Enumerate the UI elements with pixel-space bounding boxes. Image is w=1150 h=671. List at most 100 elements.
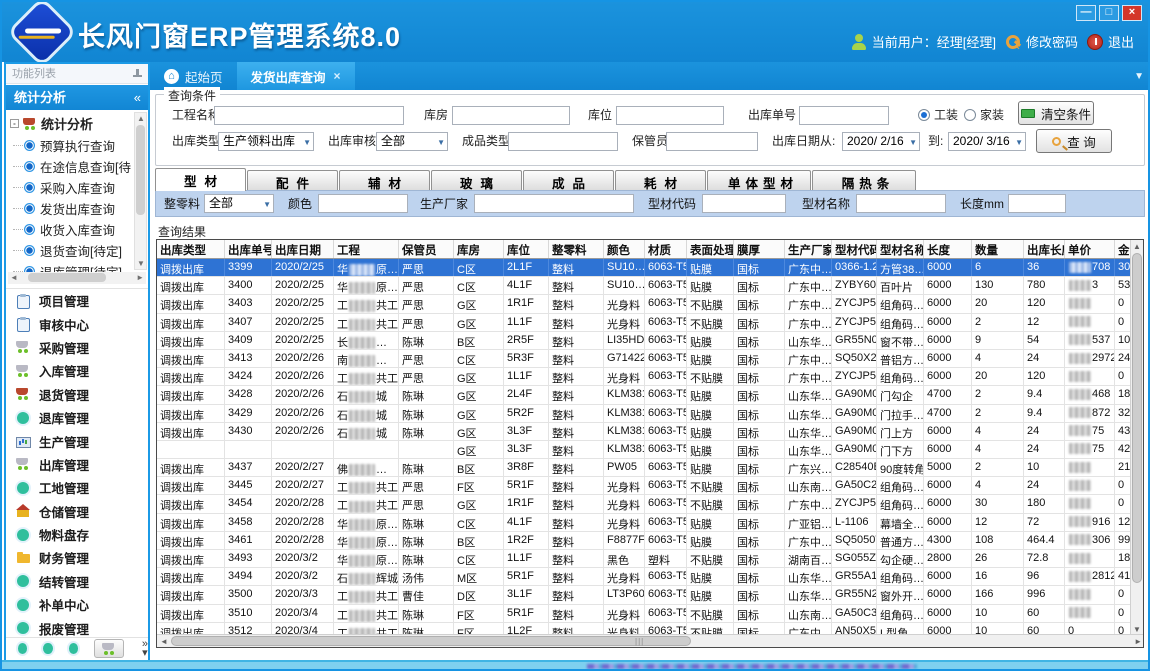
- table-row[interactable]: 调拨出库35102020/3/4工共工程陈琳F区5R1F整料光身料6063-T5…: [157, 605, 1131, 623]
- column-header-库房[interactable]: 库房: [454, 240, 504, 258]
- material-tab-耗材[interactable]: 耗材: [615, 170, 706, 191]
- scroll-right-icon[interactable]: ►: [1134, 637, 1142, 646]
- material-tab-单体型材[interactable]: 单体型材: [707, 170, 811, 191]
- table-row[interactable]: 调拨出库34302020/2/26石城陈琳G区3L3F整料KLM38176063…: [157, 423, 1131, 441]
- audit-combo[interactable]: 全部: [376, 132, 448, 151]
- column-header-材质[interactable]: 材质: [645, 240, 687, 258]
- table-row[interactable]: 调拨出库34282020/2/26石城陈琳G区2L4F整料KLM38176063…: [157, 386, 1131, 404]
- scroll-down-icon[interactable]: ▼: [1133, 625, 1141, 634]
- logout-button[interactable]: 退出: [1087, 32, 1134, 51]
- profile-name-input[interactable]: [856, 194, 946, 213]
- table-row[interactable]: 调拨出库34582020/2/28华原…陈琳C区4L1F整料光身料6063-T5…: [157, 514, 1131, 532]
- toolbar-dot-icon[interactable]: [43, 643, 52, 654]
- keeper-input[interactable]: [666, 132, 758, 151]
- scroll-thumb[interactable]: [136, 125, 145, 215]
- sidebar-item-退库管理[interactable]: 退库管理: [6, 406, 148, 429]
- table-vertical-scrollbar[interactable]: ▲ ▼: [1130, 240, 1143, 636]
- table-row[interactable]: G区3L3F整料KLM38176063-T5贴膜国标山东华…GA90M09…门下…: [157, 441, 1131, 459]
- scroll-left-icon[interactable]: ◄: [10, 273, 18, 282]
- tree-item[interactable]: 在途信息查询[待: [6, 156, 148, 177]
- product-type-input[interactable]: [508, 132, 618, 151]
- table-horizontal-scrollbar[interactable]: ◄ ||| ►: [157, 634, 1144, 647]
- scroll-up-icon[interactable]: ▲: [137, 114, 145, 123]
- column-header-出库日期[interactable]: 出库日期: [272, 240, 334, 258]
- tab-发货出库查询[interactable]: 发货出库查询×: [237, 62, 355, 90]
- change-password-button[interactable]: 修改密码: [1005, 32, 1078, 51]
- sidebar-item-项目管理[interactable]: 项目管理: [6, 289, 148, 312]
- column-header-出库单号[interactable]: 出库单号: [225, 240, 272, 258]
- from-date-picker[interactable]: 2020/ 2/16: [842, 132, 920, 151]
- industrial-radio-label[interactable]: 工装: [934, 105, 958, 125]
- table-row[interactable]: 调拨出库34132020/2/26南…严思C区5R3F整料G714226063-…: [157, 350, 1131, 368]
- order-no-input[interactable]: [799, 106, 889, 125]
- column-header-膜厚[interactable]: 膜厚: [734, 240, 785, 258]
- column-header-整零料[interactable]: 整零料: [549, 240, 604, 258]
- material-tab-成品[interactable]: 成品: [523, 170, 614, 191]
- table-row[interactable]: 调拨出库34072020/2/25工共工程严思G区1L1F整料光身料6063-T…: [157, 314, 1131, 332]
- tree-item[interactable]: 收货入库查询: [6, 219, 148, 240]
- column-header-数量[interactable]: 数量: [972, 240, 1024, 258]
- toolbar-cart-button[interactable]: [94, 639, 124, 658]
- close-button[interactable]: ×: [1122, 5, 1142, 21]
- table-row[interactable]: 调拨出库34092020/2/25长…陈琳B区2R5F整料LI35HD6063-…: [157, 332, 1131, 350]
- table-row[interactable]: 调拨出库34002020/2/25华原…严思C区4L1F整料SU10…6063-…: [157, 277, 1131, 295]
- sidebar-item-补单中心[interactable]: 补单中心: [6, 593, 148, 616]
- sidebar-item-仓储管理[interactable]: 仓储管理: [6, 500, 148, 523]
- sidebar-group-header[interactable]: 统计分析: [6, 85, 148, 110]
- table-row[interactable]: 调拨出库35002020/3/3工共工程曹佳D区3L1F整料LT3P606063…: [157, 586, 1131, 604]
- table-row[interactable]: 调拨出库34932020/3/2华原…陈琳C区1L1F整料黑色塑料不贴膜国标湖南…: [157, 550, 1131, 568]
- overflow-chevron[interactable]: »▾: [142, 640, 148, 658]
- scroll-thumb[interactable]: [28, 273, 106, 282]
- table-row[interactable]: 调拨出库34542020/2/28工共工程严思G区1R1F整料光身料6063-T…: [157, 495, 1131, 513]
- sidebar-item-生产管理[interactable]: 生产管理: [6, 429, 148, 452]
- search-button[interactable]: 查 询: [1036, 129, 1112, 153]
- tree-item[interactable]: 预算执行查询: [6, 135, 148, 156]
- column-header-库位[interactable]: 库位: [504, 240, 549, 258]
- maker-input[interactable]: [474, 194, 634, 213]
- sidebar-item-工地管理[interactable]: 工地管理: [6, 476, 148, 499]
- tree-horizontal-scrollbar[interactable]: ◄ ►: [8, 272, 146, 284]
- scroll-up-icon[interactable]: ▲: [1133, 242, 1141, 251]
- table-row[interactable]: 调拨出库34242020/2/26工共工程严思G区1L1F整料光身料6063-T…: [157, 368, 1131, 386]
- whole-part-combo[interactable]: 全部: [204, 194, 274, 213]
- column-header-出库长度[interactable]: 出库长度: [1024, 240, 1065, 258]
- column-header-出库类型[interactable]: 出库类型: [157, 240, 225, 258]
- column-header-表面处理[interactable]: 表面处理: [687, 240, 734, 258]
- material-tab-配件[interactable]: 配件: [247, 170, 338, 191]
- scroll-thumb[interactable]: [1132, 253, 1142, 583]
- table-row[interactable]: 调拨出库34372020/2/27佛…陈琳B区3R8F整料PW056063-T5…: [157, 459, 1131, 477]
- tree-root[interactable]: - 统计分析: [6, 110, 148, 135]
- maximize-button[interactable]: □: [1099, 5, 1119, 21]
- column-header-保管员[interactable]: 保管员: [399, 240, 454, 258]
- home-radio-label[interactable]: 家装: [980, 105, 1004, 125]
- table-row[interactable]: 调拨出库34942020/3/2石辉城汤伟M区5R1F整料光身料6063-T5贴…: [157, 568, 1131, 586]
- pin-icon[interactable]: [133, 69, 142, 78]
- table-row[interactable]: 调拨出库34032020/2/25工共工程严思G区1R1F整料光身料6063-T…: [157, 295, 1131, 313]
- material-tab-隔热条[interactable]: 隔热条: [812, 170, 916, 191]
- column-header-生产厂家[interactable]: 生产厂家: [785, 240, 832, 258]
- length-input[interactable]: [1008, 194, 1066, 213]
- table-row[interactable]: 调拨出库34612020/2/28华原…陈琳B区1R2F整料F8877FT606…: [157, 532, 1131, 550]
- tree-expander-icon[interactable]: -: [10, 119, 19, 128]
- column-header-工程[interactable]: 工程: [334, 240, 399, 258]
- toolbar-dot-icon[interactable]: [18, 643, 27, 654]
- column-header-单价[interactable]: 单价: [1065, 240, 1115, 258]
- column-header-型材名称[interactable]: 型材名称: [877, 240, 924, 258]
- scroll-left-icon[interactable]: ◄: [160, 637, 168, 646]
- minimize-button[interactable]: —: [1076, 5, 1096, 21]
- table-row[interactable]: 调拨出库34452020/2/27工共工程严思F区5R1F整料光身料6063-T…: [157, 477, 1131, 495]
- toolbar-dot-icon[interactable]: [69, 643, 78, 654]
- location-input[interactable]: [616, 106, 724, 125]
- tab-起始页[interactable]: ⌂起始页: [150, 62, 237, 90]
- column-header-型材代码[interactable]: 型材代码: [832, 240, 877, 258]
- project-name-input[interactable]: [214, 106, 404, 125]
- sidebar-item-物料盘存[interactable]: 物料盘存: [6, 523, 148, 546]
- industrial-radio[interactable]: [918, 109, 930, 121]
- column-header-颜色[interactable]: 颜色: [604, 240, 645, 258]
- home-radio[interactable]: [964, 109, 976, 121]
- sidebar-item-结转管理[interactable]: 结转管理: [6, 570, 148, 593]
- tree-item[interactable]: 退货查询[待定]: [6, 240, 148, 261]
- profile-code-input[interactable]: [702, 194, 786, 213]
- clear-conditions-button[interactable]: 清空条件: [1018, 101, 1094, 125]
- color-input[interactable]: [318, 194, 408, 213]
